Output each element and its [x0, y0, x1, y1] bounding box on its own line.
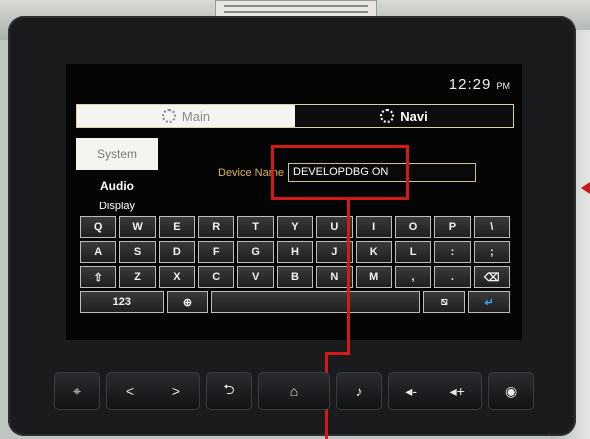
media-icon: ♪ — [355, 383, 363, 399]
key-b[interactable]: B — [276, 266, 314, 288]
key-z[interactable]: Z — [119, 266, 156, 288]
tab-navi[interactable]: Navi — [295, 105, 513, 127]
key-k[interactable]: K — [355, 241, 392, 263]
keyboard-row-4: 123 ⊕ ⧅ ↵ — [80, 291, 511, 313]
key-p[interactable]: P — [434, 216, 471, 238]
tab-bar: Main Navi — [76, 104, 514, 128]
location-icon: ⌖ — [72, 382, 81, 399]
backspace-icon[interactable]: ⌫ — [473, 266, 510, 288]
key-period[interactable]: . — [434, 266, 471, 288]
key-semicolon[interactable]: ; — [473, 241, 510, 263]
key-r[interactable]: R — [198, 216, 235, 238]
shift-icon[interactable]: ⇧ — [80, 266, 117, 288]
sidebar-item-system[interactable]: System — [76, 138, 158, 170]
key-backslash[interactable]: \ — [473, 216, 510, 238]
volume-buttons: ◂- ◂+ — [387, 372, 483, 410]
key-m[interactable]: M — [355, 266, 392, 288]
key-space[interactable] — [211, 291, 421, 313]
keyboard-row-2: A S D F G H J K L : ; — [80, 241, 510, 263]
volume-down-icon[interactable]: ◂- — [405, 383, 417, 400]
keyboard-row-1: Q W E R T Y U I O P \ — [80, 216, 510, 238]
clock: 12:29 PM — [449, 76, 510, 93]
key-f[interactable]: F — [198, 241, 235, 263]
clock-time: 12:29 — [448, 76, 492, 93]
key-l[interactable]: L — [394, 241, 432, 263]
key-i[interactable]: I — [355, 216, 392, 238]
previous-icon[interactable]: < — [126, 383, 134, 399]
key-y[interactable]: Y — [276, 216, 314, 238]
home-icon: ⌂ — [289, 383, 299, 399]
keyboard-row-3: ⇧ Z X C V B N M , . ⌫ — [80, 266, 510, 288]
sidebar-item-label: System — [96, 147, 137, 161]
tab-main[interactable]: Main — [77, 105, 295, 127]
key-123[interactable]: 123 — [80, 291, 164, 313]
key-v[interactable]: V — [237, 266, 274, 288]
key-colon[interactable]: : — [434, 241, 471, 263]
sidebar-item-label: Audio — [100, 179, 134, 193]
key-h[interactable]: H — [276, 241, 314, 263]
media-button[interactable]: ♪ — [336, 372, 382, 410]
sidebar: System Audio Display — [76, 138, 158, 214]
home-button[interactable]: ⌂ — [257, 372, 331, 410]
sidebar-item-label: Display — [98, 202, 136, 212]
key-a[interactable]: A — [80, 241, 117, 263]
volume-up-icon[interactable]: ◂+ — [450, 383, 465, 400]
on-screen-keyboard: Q W E R T Y U I O P \ A S D F G H J K L … — [80, 216, 511, 316]
key-s[interactable]: S — [119, 241, 156, 263]
enter-icon[interactable]: ↵ — [468, 291, 511, 313]
next-icon[interactable]: > — [172, 383, 180, 399]
globe-icon[interactable]: ⊕ — [166, 291, 209, 313]
navigation-button[interactable]: ◉ — [488, 372, 534, 410]
highlight-connector — [347, 200, 350, 355]
key-w[interactable]: W — [119, 216, 156, 238]
key-q[interactable]: Q — [80, 216, 117, 238]
back-icon: ⮌ — [223, 381, 235, 397]
track-buttons: < > — [105, 372, 201, 410]
sidebar-item-audio[interactable]: Audio — [76, 170, 158, 202]
sidebar-item-display[interactable]: Display — [76, 202, 158, 214]
navigation-icon: ◉ — [504, 382, 518, 399]
hide-keyboard-icon[interactable]: ⧅ — [423, 291, 466, 313]
key-o[interactable]: O — [394, 216, 432, 238]
clock-ampm: PM — [496, 81, 511, 91]
highlight-connector — [327, 352, 350, 355]
background-arrow-marker — [581, 182, 590, 194]
key-g[interactable]: G — [237, 241, 274, 263]
location-button[interactable]: ⌖ — [54, 372, 100, 410]
key-d[interactable]: D — [158, 241, 196, 263]
key-t[interactable]: T — [237, 216, 274, 238]
key-e[interactable]: E — [158, 216, 196, 238]
gear-icon — [380, 109, 395, 123]
tab-main-label: Main — [181, 108, 211, 124]
key-comma[interactable]: , — [394, 266, 432, 288]
key-x[interactable]: X — [158, 266, 196, 288]
back-button[interactable]: ⮌ — [206, 372, 252, 410]
gear-icon — [161, 109, 176, 123]
display-screen: 12:29 PM Main Navi System Audio Display … — [66, 64, 522, 340]
tab-navi-label: Navi — [400, 108, 428, 124]
highlight-box — [271, 145, 409, 200]
hardware-button-bar: ⌖ < > ⮌ ⌂ ♪ ◂- ◂+ ◉ — [54, 372, 534, 410]
key-c[interactable]: C — [198, 266, 235, 288]
